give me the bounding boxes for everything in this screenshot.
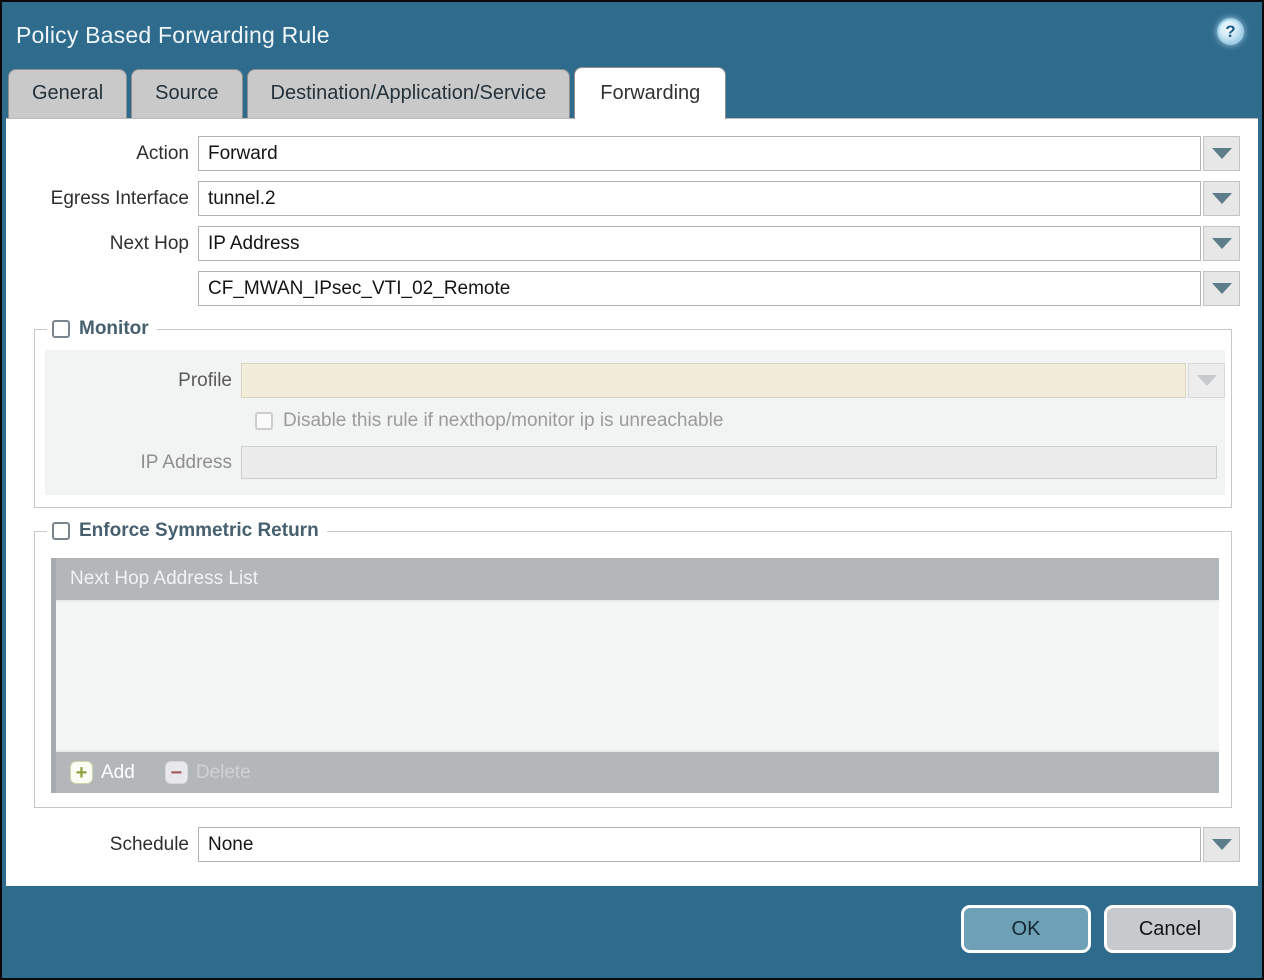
chevron-down-icon bbox=[1212, 839, 1232, 850]
action-label: Action bbox=[12, 143, 198, 165]
action-dropdown-button[interactable] bbox=[1203, 136, 1240, 171]
delete-button: − Delete bbox=[165, 761, 251, 784]
next-hop-label: Next Hop bbox=[12, 233, 198, 255]
profile-row: Profile bbox=[45, 363, 1225, 398]
add-button-label: Add bbox=[101, 762, 135, 784]
tab-source[interactable]: Source bbox=[131, 69, 242, 118]
egress-interface-label: Egress Interface bbox=[12, 188, 198, 210]
chevron-down-icon bbox=[1212, 283, 1232, 294]
next-hop-address-dropdown-button[interactable] bbox=[1203, 271, 1240, 306]
table-toolbar: + Add − Delete bbox=[56, 750, 1219, 793]
disable-rule-checkbox bbox=[255, 412, 273, 430]
monitor-ip-label: IP Address bbox=[45, 452, 241, 474]
monitor-legend-label: Monitor bbox=[79, 318, 149, 340]
egress-interface-dropdown-button[interactable] bbox=[1203, 181, 1240, 216]
tab-general[interactable]: General bbox=[8, 69, 127, 118]
delete-button-label: Delete bbox=[196, 762, 251, 784]
profile-select bbox=[241, 363, 1186, 398]
monitor-ip-input bbox=[241, 446, 1217, 479]
next-hop-address-table: Next Hop Address List + Add − Delete bbox=[51, 558, 1219, 793]
monitor-ip-row: IP Address bbox=[45, 446, 1225, 479]
dialog-title: Policy Based Forwarding Rule bbox=[16, 22, 330, 49]
disable-rule-label: Disable this rule if nexthop/monitor ip … bbox=[283, 410, 723, 432]
enforce-symmetric-return-checkbox[interactable] bbox=[52, 522, 70, 540]
enforce-legend: Enforce Symmetric Return bbox=[47, 520, 327, 542]
schedule-combo: None bbox=[198, 827, 1240, 862]
schedule-select[interactable]: None bbox=[198, 827, 1201, 862]
minus-icon: − bbox=[165, 761, 188, 784]
profile-dropdown-button bbox=[1188, 363, 1225, 398]
schedule-row: Schedule None bbox=[12, 827, 1240, 862]
forwarding-tab-panel: Action Forward Egress Interface tunnel.2… bbox=[6, 118, 1258, 886]
profile-label: Profile bbox=[45, 370, 241, 392]
next-hop-combo: IP Address bbox=[198, 226, 1240, 261]
next-hop-address-combo: CF_MWAN_IPsec_VTI_02_Remote bbox=[198, 271, 1240, 306]
next-hop-dropdown-button[interactable] bbox=[1203, 226, 1240, 261]
enforce-symmetric-return-section: Enforce Symmetric Return Next Hop Addres… bbox=[34, 520, 1232, 808]
help-glyph: ? bbox=[1225, 22, 1235, 42]
plus-icon: + bbox=[70, 761, 93, 784]
schedule-dropdown-button[interactable] bbox=[1203, 827, 1240, 862]
action-combo: Forward bbox=[198, 136, 1240, 171]
add-button[interactable]: + Add bbox=[70, 761, 135, 784]
action-row: Action Forward bbox=[12, 136, 1240, 171]
cancel-button[interactable]: Cancel bbox=[1104, 905, 1236, 953]
chevron-down-icon bbox=[1212, 148, 1232, 159]
disable-rule-row: Disable this rule if nexthop/monitor ip … bbox=[255, 410, 1225, 432]
dialog-footer: OK Cancel bbox=[2, 886, 1262, 978]
monitor-section: Monitor Profile Disable this rule if nex… bbox=[34, 318, 1232, 508]
enforce-legend-label: Enforce Symmetric Return bbox=[79, 520, 319, 542]
monitor-legend: Monitor bbox=[47, 318, 157, 340]
ok-button[interactable]: OK bbox=[961, 905, 1091, 953]
next-hop-address-select[interactable]: CF_MWAN_IPsec_VTI_02_Remote bbox=[198, 271, 1201, 306]
tab-bar: General Source Destination/Application/S… bbox=[2, 62, 1262, 118]
next-hop-row: Next Hop IP Address bbox=[12, 226, 1240, 261]
next-hop-type-select[interactable]: IP Address bbox=[198, 226, 1201, 261]
egress-interface-select[interactable]: tunnel.2 bbox=[198, 181, 1201, 216]
tab-destination-application-service[interactable]: Destination/Application/Service bbox=[247, 69, 571, 118]
next-hop-address-list-body[interactable] bbox=[56, 602, 1219, 750]
chevron-down-icon bbox=[1212, 238, 1232, 249]
action-select[interactable]: Forward bbox=[198, 136, 1201, 171]
monitor-panel: Profile Disable this rule if nexthop/mon… bbox=[45, 350, 1225, 495]
next-hop-address-list-header: Next Hop Address List bbox=[56, 558, 1219, 602]
chevron-down-icon bbox=[1212, 193, 1232, 204]
tab-forwarding[interactable]: Forwarding bbox=[574, 67, 726, 119]
chevron-down-icon bbox=[1197, 375, 1217, 386]
egress-interface-row: Egress Interface tunnel.2 bbox=[12, 181, 1240, 216]
dialog-titlebar: Policy Based Forwarding Rule ? bbox=[2, 2, 1262, 62]
schedule-label: Schedule bbox=[12, 834, 198, 856]
egress-interface-combo: tunnel.2 bbox=[198, 181, 1240, 216]
pbf-rule-dialog: Policy Based Forwarding Rule ? General S… bbox=[0, 0, 1264, 980]
monitor-checkbox[interactable] bbox=[52, 320, 70, 338]
help-icon[interactable]: ? bbox=[1217, 18, 1244, 45]
next-hop-address-row: CF_MWAN_IPsec_VTI_02_Remote bbox=[12, 271, 1240, 306]
profile-combo bbox=[241, 363, 1225, 398]
